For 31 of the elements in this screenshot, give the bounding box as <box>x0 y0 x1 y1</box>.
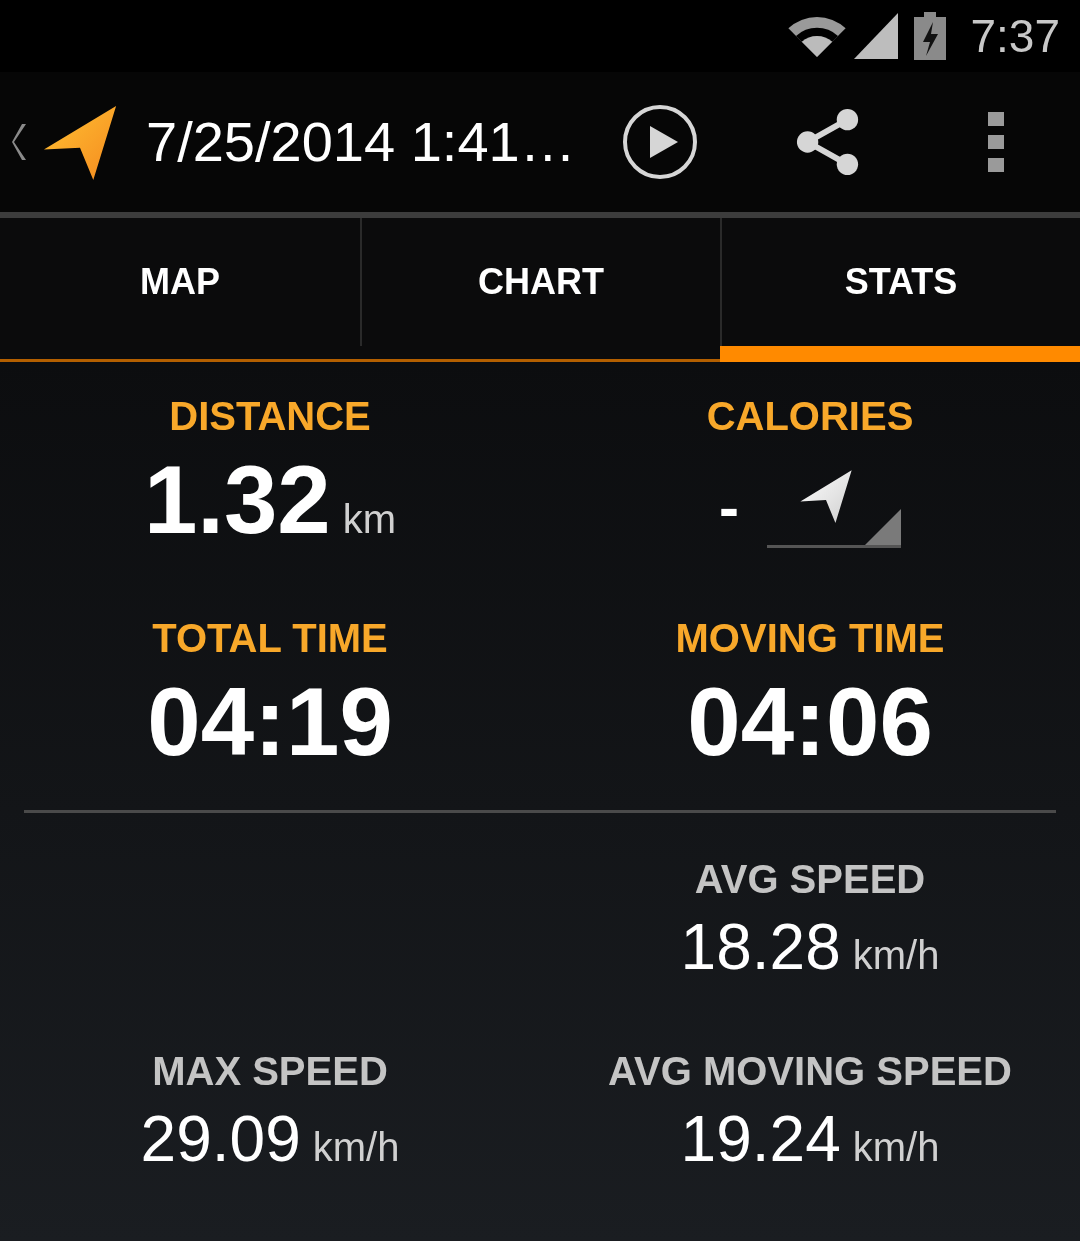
speed-label: MAX SPEED <box>152 1051 388 1091</box>
stat-value: - <box>719 478 739 538</box>
dropdown-corner-icon <box>865 509 901 545</box>
back-chevron-icon <box>12 124 26 160</box>
tab[interactable]: CHART <box>360 218 720 346</box>
stat-label: MOVING TIME <box>675 618 945 658</box>
signal-icon <box>854 13 899 59</box>
stat-label: CALORIES <box>706 396 914 436</box>
speed-unit: km/h <box>852 935 940 975</box>
activity-dropdown[interactable] <box>767 468 901 548</box>
stat-value: 04:06 <box>687 674 933 770</box>
battery-icon <box>914 12 947 60</box>
status-time: 7:37 <box>970 8 1060 64</box>
speed-unit: km/h <box>312 1127 400 1167</box>
play-icon[interactable] <box>622 104 698 180</box>
speed-unit: km/h <box>852 1127 940 1167</box>
speed-label: AVG MOVING SPEED <box>608 1051 1012 1091</box>
speed-value: 29.09 <box>140 1107 301 1171</box>
track-title: 7/25/2014 1:41… <box>146 109 576 175</box>
navigation-arrow-icon <box>799 468 853 524</box>
stat-label: TOTAL TIME <box>152 618 388 658</box>
stat-value: 1.32 <box>143 452 331 548</box>
speed-label: AVG SPEED <box>694 859 926 899</box>
speed-value: 18.28 <box>680 915 841 979</box>
stat-unit: km <box>342 499 397 539</box>
speed-value: 19.24 <box>680 1107 841 1171</box>
tab[interactable]: MAP <box>0 218 360 346</box>
wifi-icon <box>788 15 847 57</box>
stat-label: DISTANCE <box>169 396 371 436</box>
overflow-menu-icon[interactable] <box>988 112 1004 172</box>
stat-value: 04:19 <box>147 674 393 770</box>
